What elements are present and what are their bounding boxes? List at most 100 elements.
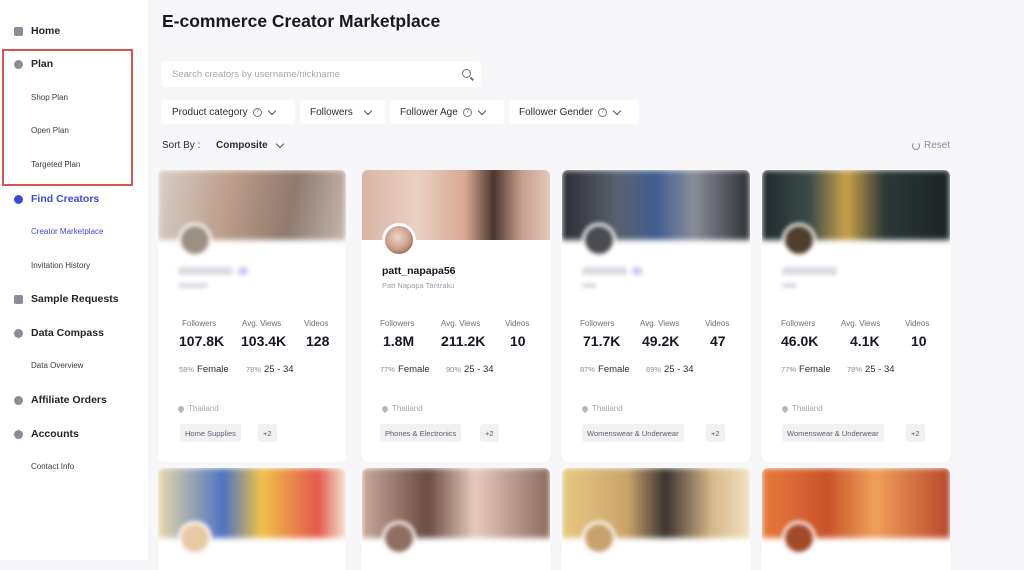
sidebar-item-contact-info[interactable]: Contact Info [31,462,141,471]
followers-value: 46.0K [781,333,819,349]
sidebar-item-label: Home [31,25,61,37]
creator-card[interactable]: patt_napapa56 Patt Napapa Tantraku Follo… [362,170,550,462]
creator-card[interactable]: Followers Avg. Views Videos 71.7K 49.2K … [562,170,750,462]
category-tag: Womenswear & Underwear [782,424,884,442]
female-pct: 77% [781,365,797,374]
female-stat: 77% Female [380,364,430,375]
filter-label: Follower Age [400,106,458,118]
more-tags: +2 [906,424,925,442]
sidebar-item-accounts[interactable]: Accounts [0,428,148,440]
followers-label: Followers [781,319,816,328]
location: Thailand [580,404,623,413]
username[interactable]: patt_napapa56 [382,265,456,277]
more-tags: +2 [480,424,499,442]
chevron-down-icon [275,139,284,149]
chevron-down-icon [612,106,622,115]
help-icon: ? [252,107,262,117]
location-label: Thailand [188,404,219,413]
followers-value: 1.8M [383,333,415,349]
nickname-redacted [178,283,208,288]
verified-badge [238,267,248,275]
sort-label: Sort By : [162,140,201,151]
filter-product-category[interactable]: Product category ? [162,100,295,124]
age-stat: 69% 25 - 34 [646,364,694,375]
sidebar-item-data-overview[interactable]: Data Overview [31,361,141,370]
age-label: 25 - 34 [264,364,294,375]
reset-button[interactable]: Reset [912,140,950,151]
female-stat: 58% Female [179,364,229,375]
creator-card[interactable]: Followers Avg. Views Videos 107.8K 103.4… [158,170,346,462]
creator-card[interactable] [362,468,550,570]
age-stat: 90% 25 - 34 [446,364,494,375]
sidebar-item-affiliate-orders[interactable]: Affiliate Orders [0,394,148,406]
username-redacted [782,267,837,275]
nickname-redacted [782,283,797,288]
filter-follower-age[interactable]: Follower Age ? [390,100,504,124]
sidebar-item-creator-marketplace[interactable]: Creator Marketplace [31,227,141,236]
sidebar-item-label: Contact Info [31,462,75,471]
female-label: Female [398,364,430,375]
chevron-down-icon [267,106,276,115]
followers-label: Followers [182,319,217,328]
location: Thailand [780,404,823,413]
videos-value: 47 [710,333,726,349]
creator-card[interactable] [562,468,750,570]
videos-value: 10 [911,333,927,349]
age-pct: 78% [847,365,863,374]
followers-label: Followers [580,319,615,328]
sidebar-item-home[interactable]: Home [0,25,148,37]
sidebar-item-find-creators[interactable]: Find Creators [0,193,148,205]
sidebar-item-label: Invitation History [31,261,91,270]
avatar [178,223,212,257]
avatar [782,521,816,555]
find-creators-icon [14,194,23,204]
female-pct: 77% [380,365,396,374]
female-label: Female [598,364,630,375]
more-tags: +2 [706,424,725,442]
more-tags: +2 [258,424,277,442]
search-icon[interactable] [462,69,471,78]
female-pct: 87% [580,365,596,374]
sidebar-item-invitation-history[interactable]: Invitation History [31,261,141,270]
sidebar-item-label: Find Creators [31,193,100,205]
avg-views-label: Avg. Views [441,319,481,328]
sidebar-item-sample-requests[interactable]: Sample Requests [0,293,148,305]
location-pin-icon [780,404,790,413]
search-input[interactable] [172,68,452,80]
avg-views-label: Avg. Views [640,319,680,328]
nickname: Patt Napapa Tantraku [382,281,455,290]
sidebar-item-label: Creator Marketplace [31,227,104,236]
avatar [382,223,416,257]
creator-card[interactable] [762,468,950,570]
creator-card[interactable]: Followers Avg. Views Videos 46.0K 4.1K 1… [762,170,950,462]
filter-followers[interactable]: Followers [300,100,385,124]
chevron-down-icon [363,106,373,115]
location-pin-icon [380,404,390,413]
avg-views-value: 211.2K [441,333,486,349]
sidebar: Home Plan Shop Plan Open Plan Targeted P… [0,0,148,560]
sidebar-item-label: Data Overview [31,361,84,370]
female-stat: 77% Female [781,364,831,375]
nickname-redacted [582,283,597,288]
age-label: 25 - 34 [464,364,494,375]
location: Thailand [176,404,219,413]
category-tag: Phones & Electronics [380,424,462,442]
age-pct: 90% [446,365,462,374]
avatar [178,521,212,555]
age-pct: 78% [246,365,262,374]
filter-follower-gender[interactable]: Follower Gender ? [509,100,639,124]
sort-dropdown[interactable]: Composite [216,139,284,151]
avg-views-label: Avg. Views [242,319,282,328]
sort-value: Composite [216,140,268,151]
filter-label: Product category [172,106,248,118]
avg-views-value: 49.2K [642,333,680,349]
reset-label: Reset [924,140,951,151]
search-bar[interactable] [162,61,481,87]
sidebar-item-label: Affiliate Orders [31,394,107,406]
sidebar-item-data-compass[interactable]: Data Compass [0,327,148,339]
age-label: 25 - 34 [865,364,895,375]
category-tag: Home Supplies [180,424,241,442]
avg-views-label: Avg. Views [841,319,881,328]
creator-card[interactable] [158,468,346,570]
avatar [782,223,816,257]
